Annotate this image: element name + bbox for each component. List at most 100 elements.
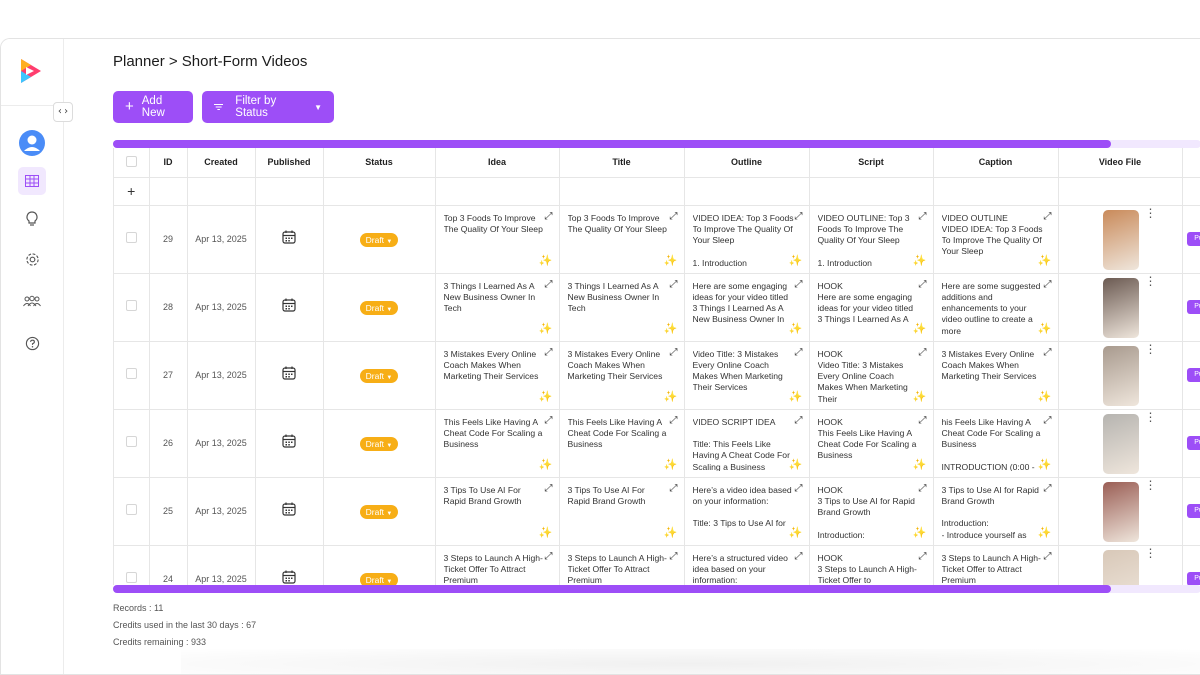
title-cell[interactable]: 3 Mistakes Every Online Coach Makes When… (559, 341, 685, 410)
video-thumbnail[interactable] (1102, 277, 1139, 338)
published-cell[interactable] (255, 545, 324, 586)
magic-wand-icon[interactable]: ✨ (1038, 254, 1052, 267)
expand-icon[interactable]: ⤢ (545, 551, 553, 562)
script-cell[interactable]: VIDEO OUTLINE: Top 3 Foods To Improve Th… (809, 205, 934, 274)
magic-wand-icon[interactable]: ✨ (539, 322, 553, 335)
kebab-icon[interactable]: ⋮ (1145, 479, 1157, 491)
script-cell[interactable]: HOOK 3 Steps to Launch A High-Ticket Off… (809, 545, 934, 585)
magic-wand-icon[interactable]: ✨ (1038, 458, 1052, 471)
publish-cell[interactable]: Pu (1182, 341, 1200, 410)
gear-icon[interactable] (18, 245, 46, 273)
publish-button[interactable]: Pu (1186, 299, 1200, 314)
publish-cell[interactable]: Pu (1182, 545, 1200, 585)
outline-cell[interactable]: VIDEO IDEA: Top 3 Foods To Improve The Q… (684, 205, 810, 274)
magic-wand-icon[interactable]: ✨ (664, 254, 678, 267)
video-thumbnail[interactable] (1102, 481, 1139, 542)
table-row[interactable]: 26 Apr 13, 2025 Draft ▼ This Feels Like … (114, 409, 1200, 478)
lightbulb-icon[interactable] (18, 205, 46, 233)
calendar-icon[interactable] (282, 230, 296, 249)
status-cell[interactable]: Draft ▼ (323, 273, 436, 342)
expand-icon[interactable]: ⤢ (795, 551, 803, 562)
status-badge[interactable]: Draft ▼ (359, 369, 399, 383)
row-checkbox[interactable] (125, 232, 137, 243)
select-all-checkbox[interactable] (125, 155, 137, 167)
magic-wand-icon[interactable]: ✨ (913, 254, 927, 267)
video-file-cell[interactable]: ⋮ (1058, 409, 1183, 478)
table-row[interactable]: 27 Apr 13, 2025 Draft ▼ 3 Mistakes Every… (114, 341, 1200, 410)
expand-icon[interactable]: ⤢ (795, 347, 803, 358)
status-badge[interactable]: Draft ▼ (359, 573, 399, 585)
magic-wand-icon[interactable]: ✨ (913, 458, 927, 471)
calendar-icon[interactable] (282, 502, 296, 521)
row-checkbox[interactable] (125, 436, 137, 447)
published-cell[interactable] (255, 477, 324, 546)
horizontal-scrollbar-top[interactable] (113, 140, 1200, 148)
caption-cell[interactable]: 3 Steps to Launch A High-Ticket Offer to… (933, 545, 1059, 585)
caption-cell[interactable]: Here are some suggested additions and en… (933, 273, 1059, 342)
filter-status-button[interactable]: Filter by Status ▼ (202, 91, 334, 123)
idea-cell[interactable]: 3 Things I Learned As A New Business Own… (435, 273, 560, 342)
publish-button[interactable]: Pu (1186, 435, 1200, 450)
expand-icon[interactable]: ⤢ (545, 279, 553, 290)
table-row[interactable]: 29 Apr 13, 2025 Draft ▼ Top 3 Foods To I… (114, 205, 1200, 274)
outline-cell[interactable]: Here are some engaging ideas for your vi… (684, 273, 810, 342)
status-badge[interactable]: Draft ▼ (359, 437, 399, 451)
team-icon[interactable] (18, 287, 46, 315)
expand-icon[interactable]: ⤢ (1044, 551, 1052, 562)
add-row-button[interactable]: + (114, 177, 150, 206)
expand-icon[interactable]: ⤢ (919, 551, 927, 562)
status-cell[interactable]: Draft ▼ (323, 545, 436, 585)
expand-icon[interactable]: ⤢ (1044, 211, 1052, 222)
expand-icon[interactable]: ⤢ (1044, 415, 1052, 426)
idea-cell[interactable]: This Feels Like Having A Cheat Code For … (435, 409, 560, 478)
calendar-icon[interactable] (282, 570, 296, 586)
table-row[interactable]: 28 Apr 13, 2025 Draft ▼ 3 Things I Learn… (114, 273, 1200, 342)
column-header-status[interactable]: Status (323, 148, 436, 178)
column-header-id[interactable]: ID (149, 148, 188, 178)
status-cell[interactable]: Draft ▼ (323, 341, 436, 410)
publish-cell[interactable]: Pu (1182, 409, 1200, 478)
expand-icon[interactable]: ⤢ (545, 415, 553, 426)
kebab-icon[interactable]: ⋮ (1145, 275, 1157, 287)
title-cell[interactable]: 3 Things I Learned As A New Business Own… (559, 273, 685, 342)
select-all-header[interactable] (114, 148, 150, 178)
outline-cell[interactable]: Video Title: 3 Mistakes Every Online Coa… (684, 341, 810, 410)
magic-wand-icon[interactable]: ✨ (539, 458, 553, 471)
row-select-cell[interactable] (114, 545, 150, 585)
magic-wand-icon[interactable]: ✨ (913, 526, 927, 539)
calendar-icon[interactable] (282, 298, 296, 317)
column-header-title[interactable]: Title (559, 148, 685, 178)
expand-icon[interactable]: ⤢ (670, 415, 678, 426)
column-header-script[interactable]: Script (809, 148, 934, 178)
published-cell[interactable] (255, 409, 324, 478)
magic-wand-icon[interactable]: ✨ (539, 526, 553, 539)
publish-button[interactable]: Pu (1186, 503, 1200, 518)
expand-icon[interactable]: ⤢ (545, 211, 553, 222)
title-cell[interactable]: 3 Steps to Launch A High-Ticket Offer To… (559, 545, 685, 585)
video-thumbnail[interactable] (1102, 345, 1139, 406)
magic-wand-icon[interactable]: ✨ (789, 526, 803, 539)
row-select-cell[interactable] (114, 341, 150, 410)
video-thumbnail[interactable] (1102, 549, 1139, 585)
magic-wand-icon[interactable]: ✨ (1038, 526, 1052, 539)
magic-wand-icon[interactable]: ✨ (539, 254, 553, 267)
help-icon[interactable] (18, 329, 46, 357)
script-cell[interactable]: HOOK 3 Tips to Use AI for Rapid Brand Gr… (809, 477, 934, 546)
expand-icon[interactable]: ⤢ (545, 347, 553, 358)
expand-icon[interactable]: ⤢ (919, 483, 927, 494)
publish-cell[interactable]: Pu (1182, 477, 1200, 546)
scrollbar-thumb-bottom[interactable] (113, 585, 1111, 593)
status-badge[interactable]: Draft ▼ (359, 233, 399, 247)
expand-icon[interactable]: ⤢ (670, 279, 678, 290)
calendar-icon[interactable] (282, 434, 296, 453)
magic-wand-icon[interactable]: ✨ (789, 390, 803, 403)
expand-icon[interactable]: ⤢ (795, 483, 803, 494)
title-cell[interactable]: 3 Tips To Use AI For Rapid Brand Growth … (559, 477, 685, 546)
publish-button[interactable]: Pu (1186, 571, 1200, 585)
idea-cell[interactable]: 3 Mistakes Every Online Coach Makes When… (435, 341, 560, 410)
add-new-button[interactable]: + Add New (113, 91, 193, 123)
expand-icon[interactable]: ⤢ (795, 211, 803, 222)
magic-wand-icon[interactable]: ✨ (1038, 390, 1052, 403)
caption-cell[interactable]: 3 Tips to Use AI for Rapid Brand Growth … (933, 477, 1059, 546)
idea-cell[interactable]: 3 Tips To Use AI For Rapid Brand Growth … (435, 477, 560, 546)
